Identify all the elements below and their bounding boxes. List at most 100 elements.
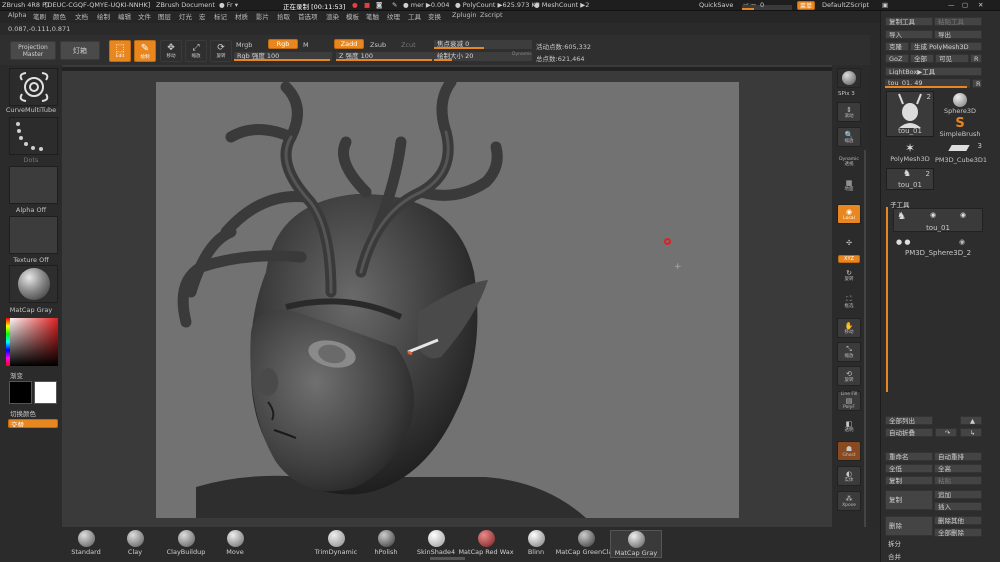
- layout-icon[interactable]: ▣: [882, 1, 888, 9]
- mrgb-toggle[interactable]: Mrgb: [236, 41, 252, 49]
- merge-button[interactable]: 合并: [885, 553, 982, 562]
- alpha-thumbnail[interactable]: [9, 166, 58, 204]
- minimize-icon[interactable]: —: [948, 1, 955, 9]
- dynamic-persp-button[interactable]: Dynamic 透视: [837, 152, 861, 172]
- auto-reorder-button[interactable]: 自动重排: [934, 452, 982, 461]
- tool-thumb-sphere3d[interactable]: Sphere3D: [940, 91, 980, 115]
- menu-item-21[interactable]: Zplugin: [452, 11, 477, 19]
- rotate-view-button[interactable]: ↻ 旋转: [837, 265, 861, 285]
- split-button[interactable]: 拆分: [885, 540, 982, 549]
- local-button[interactable]: ◉ Local: [837, 204, 861, 224]
- duplicate-button[interactable]: 复制: [885, 476, 933, 485]
- menu-button[interactable]: 菜单: [797, 1, 815, 10]
- brush-thumbnail[interactable]: [9, 68, 58, 106]
- import-button[interactable]: 导入: [885, 30, 933, 39]
- tool-thumb-polymesh3d[interactable]: ✶ PolyMesh3D: [886, 142, 934, 166]
- menu-item-12[interactable]: 影片: [256, 11, 269, 21]
- visibility-icon[interactable]: ◉: [960, 211, 966, 219]
- document-canvas[interactable]: +: [156, 82, 739, 518]
- copy-tool-button[interactable]: 复制工具: [885, 17, 933, 26]
- shelf-brush-0[interactable]: Standard: [60, 530, 112, 556]
- paste-button[interactable]: 粘贴: [934, 476, 982, 485]
- lightbox-tools-button[interactable]: LightBox▶工具: [885, 67, 982, 76]
- alternate-button[interactable]: 交替: [8, 419, 58, 428]
- menu-item-8[interactable]: 灯光: [179, 11, 192, 21]
- shelf-brush-5[interactable]: hPolish: [360, 530, 412, 556]
- shelf-brush-2[interactable]: ClayBuildup: [160, 530, 212, 556]
- bottom-scroll-handle[interactable]: [430, 557, 465, 560]
- rotate-view2-button[interactable]: ⟲ 旋转: [837, 366, 861, 386]
- rgb-toggle[interactable]: Rgb: [268, 39, 298, 49]
- menu-item-14[interactable]: 首选项: [298, 11, 318, 21]
- material-thumbnail[interactable]: [9, 265, 58, 303]
- goz-visible-button[interactable]: 可见: [935, 54, 969, 63]
- rename-button[interactable]: 重命名: [885, 452, 933, 461]
- auto-collapse-button[interactable]: 自动折叠: [885, 428, 933, 437]
- subtool-item-sphere[interactable]: ● ● ◉ PM3D_Sphere3D_2: [893, 236, 983, 258]
- zsub-toggle[interactable]: Zsub: [370, 41, 386, 49]
- menu-item-9[interactable]: 宏: [199, 11, 206, 21]
- fr-indicator[interactable]: ● Fr ▾: [219, 1, 238, 9]
- switch-color-button[interactable]: 切换颜色: [10, 408, 36, 418]
- rgb-intensity-slider[interactable]: Rgb 强度 100: [234, 52, 332, 61]
- insert-button[interactable]: 插入: [934, 502, 982, 511]
- maximize-icon[interactable]: ▢: [962, 1, 968, 9]
- visibility-icon-2[interactable]: ◉: [959, 238, 965, 246]
- solo-button[interactable]: ◐ 实体: [837, 466, 861, 486]
- pen-icon[interactable]: ✎: [392, 1, 397, 9]
- menu-item-17[interactable]: 笔触: [366, 11, 379, 21]
- xyz-button[interactable]: XYZ: [838, 255, 860, 263]
- move-down-icon[interactable]: ↷: [935, 428, 957, 437]
- menu-item-0[interactable]: Alpha: [8, 11, 26, 19]
- menu-item-20[interactable]: 变换: [428, 11, 441, 21]
- menu-item-10[interactable]: 标记: [214, 11, 227, 21]
- stroke-thumbnail[interactable]: [9, 117, 58, 155]
- lightbox-button[interactable]: 灯箱: [60, 41, 100, 60]
- menu-item-6[interactable]: 文件: [138, 11, 151, 21]
- move-view-button[interactable]: ✋ 移动: [837, 318, 861, 338]
- floor-button[interactable]: ▦ 地面: [837, 175, 861, 195]
- move-down-end-icon[interactable]: ↳: [960, 428, 982, 437]
- stop-icon[interactable]: ■: [364, 1, 370, 9]
- all-high-button[interactable]: 全高: [934, 464, 982, 473]
- focal-shift-slider[interactable]: 焦点衰减 0: [434, 40, 532, 49]
- zcut-toggle[interactable]: Zcut: [401, 41, 416, 49]
- default-zscript[interactable]: DefaultZScript: [822, 1, 869, 9]
- right-scrollbar[interactable]: [864, 150, 866, 530]
- transparency-slider[interactable]: [742, 5, 792, 10]
- delete-other-button[interactable]: 删除其他: [934, 516, 982, 525]
- shelf-brush-9[interactable]: MatCap GreenClay: [556, 530, 616, 556]
- make-polymesh-button[interactable]: 生成 PolyMesh3D: [910, 42, 982, 51]
- quicksave-button[interactable]: QuickSave: [699, 1, 733, 9]
- scroll-button[interactable]: ⇕ 滚动: [837, 102, 861, 122]
- delete-all-button[interactable]: 全部删除: [934, 528, 982, 537]
- move-up-icon[interactable]: ▲: [960, 416, 982, 425]
- edit-button[interactable]: ⬚ Edit: [109, 40, 131, 62]
- color-picker[interactable]: [6, 318, 58, 366]
- record-dot-icon[interactable]: ●: [352, 1, 358, 9]
- z-intensity-slider[interactable]: Z 强度 100: [336, 52, 434, 61]
- shelf-brush-6[interactable]: SkinShade4: [410, 530, 462, 556]
- menu-item-7[interactable]: 图层: [158, 11, 171, 21]
- tool-thumb-cube3d[interactable]: 3 PM3D_Cube3D1: [935, 142, 987, 166]
- texture-thumbnail[interactable]: [9, 216, 58, 254]
- draw-button[interactable]: ✎ 绘制: [134, 40, 156, 62]
- menu-item-18[interactable]: 纹理: [387, 11, 400, 21]
- goz-r-button[interactable]: R: [970, 54, 982, 63]
- shelf-brush-8[interactable]: Blinn: [510, 530, 562, 556]
- shelf-brush-7[interactable]: MatCap Red Wax: [458, 530, 514, 556]
- shelf-brush-4[interactable]: TrimDynamic: [310, 530, 362, 556]
- copy-button[interactable]: 复制: [885, 490, 933, 510]
- menu-item-15[interactable]: 渲染: [326, 11, 339, 21]
- scale-view-button[interactable]: ⤡ 缩放: [837, 342, 861, 362]
- shelf-brush-3[interactable]: Move: [209, 530, 261, 556]
- transp-button[interactable]: ◧ 透明: [837, 416, 861, 436]
- bpr-button[interactable]: [837, 68, 861, 88]
- eye-icon[interactable]: ◉: [930, 211, 936, 219]
- tool-r-button[interactable]: R: [972, 79, 982, 88]
- rotate-button[interactable]: ⟳ 旋转: [210, 40, 232, 62]
- xpose-button[interactable]: ⁂ Xpose: [837, 491, 861, 511]
- menu-item-5[interactable]: 编辑: [118, 11, 131, 21]
- tool-thumb-simplebrush[interactable]: S SimpleBrush: [937, 117, 983, 139]
- subtool-scrollbar[interactable]: [886, 207, 888, 392]
